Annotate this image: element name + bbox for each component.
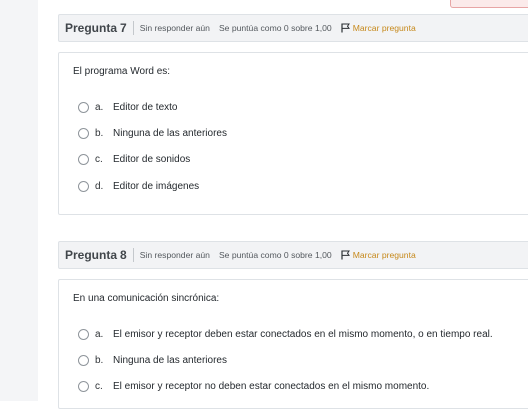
answer-option[interactable]: a. Editor de texto (73, 94, 528, 120)
question-label: Pregunta (65, 21, 118, 35)
answer-letter: d. (95, 180, 104, 192)
alert-box (450, 0, 528, 8)
radio-button[interactable] (78, 354, 89, 366)
question-8: Pregunta 8 Sin responder aún Se puntúa co… (58, 241, 528, 409)
question-prompt: En una comunicación sincrónica: (73, 293, 220, 304)
answer-option[interactable]: a. El emisor y receptor deben estar cone… (73, 321, 528, 347)
answer-text: Editor de sonidos (113, 154, 191, 166)
flag-label: Marcar pregunta (352, 23, 416, 33)
question-grade: Se puntúa como 0 sobre 1,00 (218, 23, 332, 33)
question-grade: Se puntúa como 0 sobre 1,00 (218, 250, 332, 260)
question-number: 7 (120, 21, 127, 35)
question-number: 8 (120, 248, 127, 262)
answer-letter: a. (95, 101, 104, 113)
flag-icon (341, 250, 350, 260)
radio-button[interactable] (78, 328, 89, 340)
flag-question-link[interactable]: Marcar pregunta (341, 23, 416, 33)
radio-button[interactable] (78, 154, 89, 166)
question-title: Pregunta 8 (65, 248, 127, 262)
question-info-bar: Pregunta 7 Sin responder aún Se puntúa co… (58, 14, 528, 42)
radio-button[interactable] (78, 381, 89, 393)
answer-option[interactable]: c. Editor de sonidos (73, 147, 528, 173)
answer-letter: b. (95, 127, 104, 139)
answer-text: Editor de imágenes (113, 180, 200, 192)
answer-option[interactable]: c. El emisor y receptor no deben estar c… (73, 374, 528, 400)
answer-text: El emisor y receptor no deben estar cone… (113, 381, 430, 393)
answer-option[interactable]: b. Ninguna de las anteriores (73, 120, 528, 146)
question-info-bar: Pregunta 8 Sin responder aún Se puntúa co… (58, 241, 528, 269)
radio-button[interactable] (78, 180, 89, 192)
flag-label: Marcar pregunta (352, 250, 416, 260)
answer-letter: c. (95, 381, 103, 393)
question-content: En una comunicación sincrónica: a. El em… (58, 279, 528, 409)
question-content: El programa Word es: a. Editor de texto … (58, 52, 528, 215)
answer-text: Ninguna de las anteriores (113, 354, 227, 366)
divider (132, 248, 134, 262)
question-state: Sin responder aún (139, 250, 210, 260)
flag-icon (341, 23, 350, 33)
answer-text: Editor de texto (113, 101, 178, 113)
answer-text: El emisor y receptor deben estar conecta… (113, 328, 493, 340)
answer-letter: a. (95, 328, 104, 340)
radio-button[interactable] (78, 101, 89, 113)
answer-letter: b. (95, 354, 104, 366)
radio-button[interactable] (78, 127, 89, 139)
answer-text: Ninguna de las anteriores (113, 127, 227, 139)
question-state: Sin responder aún (139, 23, 210, 33)
left-gutter (0, 0, 38, 401)
answer-letter: c. (95, 154, 103, 166)
question-title: Pregunta 7 (65, 21, 127, 35)
answer-option[interactable]: d. Editor de imágenes (73, 173, 528, 199)
divider (132, 21, 134, 35)
question-7: Pregunta 7 Sin responder aún Se puntúa co… (58, 14, 528, 215)
flag-question-link[interactable]: Marcar pregunta (341, 250, 416, 260)
answer-option[interactable]: b. Ninguna de las anteriores (73, 347, 528, 373)
question-label: Pregunta (65, 248, 118, 262)
question-prompt: El programa Word es: (73, 66, 171, 77)
